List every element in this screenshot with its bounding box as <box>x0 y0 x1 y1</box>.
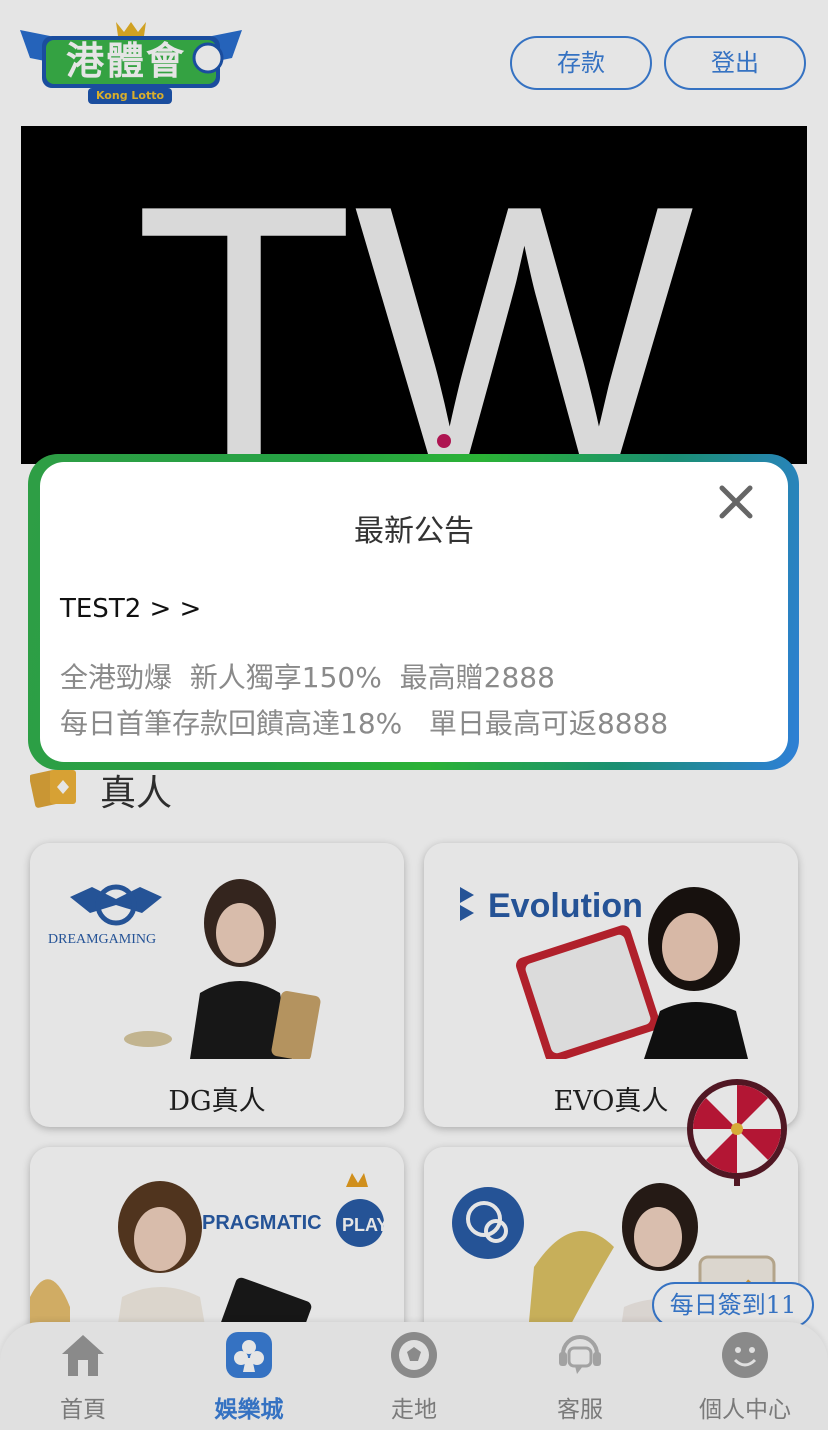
notice-line: 全港勁爆 新人獨享150% 最高贈2888 <box>60 661 555 694</box>
page: 港體會 Kong Lotto 存款 登出 TW 真人 DREAMGAMING D… <box>0 0 828 1430</box>
notice-title-link[interactable]: TEST2 > > <box>60 594 201 624</box>
close-icon[interactable] <box>716 482 756 522</box>
modal-title: 最新公告 <box>354 514 474 549</box>
announcement-modal: 最新公告 TEST2 > > 全港勁爆 新人獨享150% 最高贈2888 每日首… <box>40 462 788 762</box>
notice-line: 每日首筆存款回饋高達18% 單日最高可返8888 <box>60 707 669 740</box>
